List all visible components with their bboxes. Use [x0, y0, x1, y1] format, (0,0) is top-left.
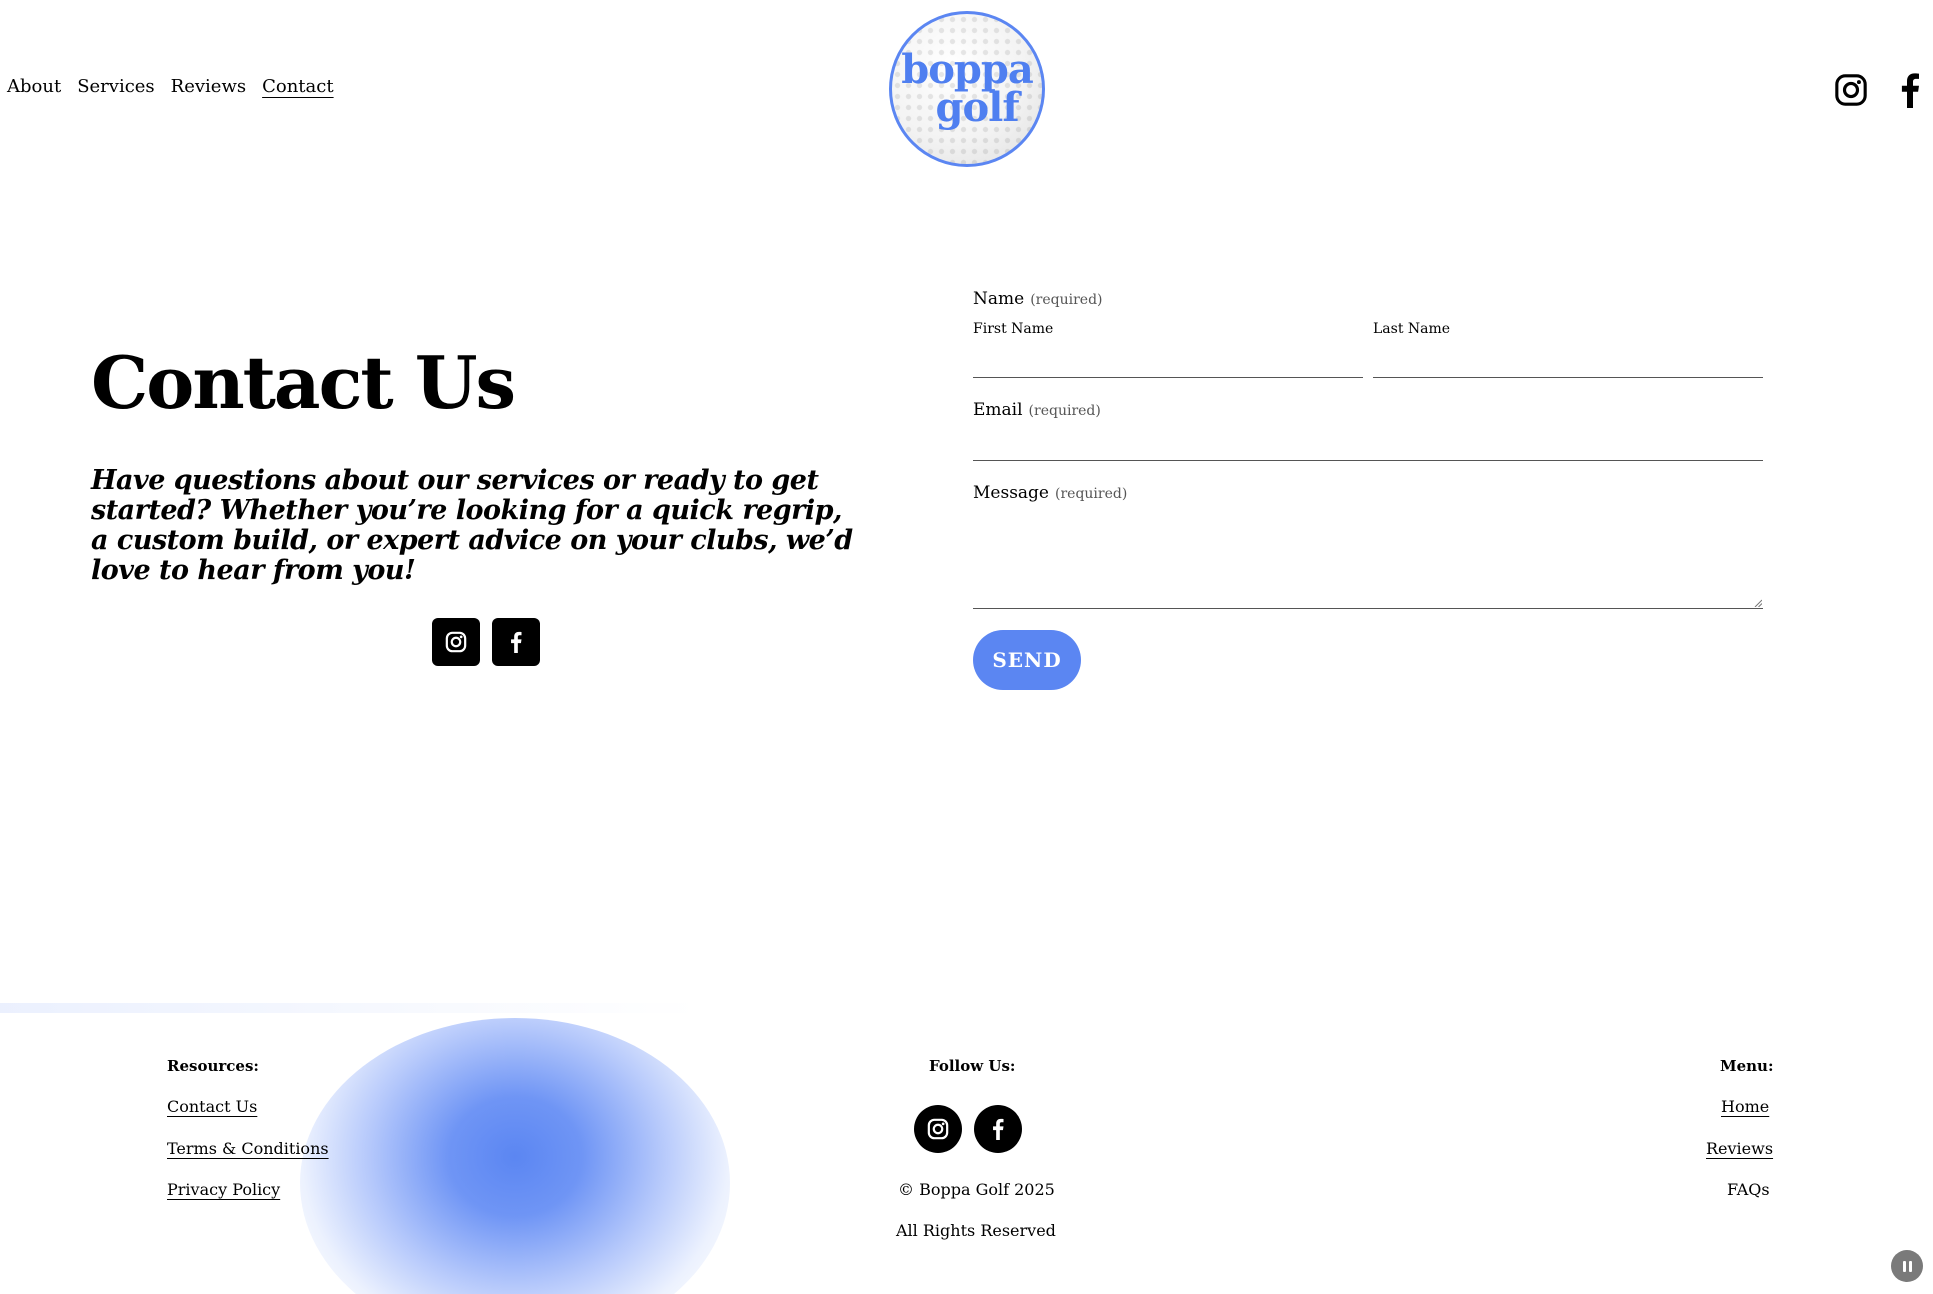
message-label: Message (required) [973, 483, 1127, 503]
message-textarea[interactable] [973, 510, 1763, 609]
nav-about[interactable]: About [7, 76, 61, 97]
logo-text-line2: golf [935, 84, 1019, 131]
last-name-label: Last Name [1373, 321, 1451, 337]
copyright-text: © Boppa Golf 2025 [898, 1180, 1055, 1199]
footer-link-contact-us[interactable]: Contact Us [167, 1097, 257, 1116]
facebook-icon [511, 631, 522, 653]
footer-link-privacy[interactable]: Privacy Policy [167, 1180, 280, 1199]
first-name-label: First Name [973, 321, 1054, 337]
email-label: Email (required) [973, 400, 1101, 420]
resources-heading: Resources: [167, 1057, 259, 1075]
email-required: (required) [1028, 403, 1101, 419]
resize-handle-icon[interactable] [1754, 599, 1762, 607]
name-label-text: Name [973, 289, 1025, 309]
header-facebook-link[interactable] [1890, 70, 1930, 110]
email-input[interactable] [973, 428, 1763, 461]
site-logo[interactable]: boppa golf [889, 11, 1045, 167]
header-instagram-link[interactable] [1831, 70, 1871, 110]
footer-instagram-button[interactable] [914, 1105, 962, 1153]
menu-heading: Menu: [1720, 1057, 1774, 1075]
footer-link-reviews[interactable]: Reviews [1706, 1139, 1773, 1158]
nav-contact[interactable]: Contact [262, 76, 333, 97]
nav-services[interactable]: Services [77, 76, 154, 97]
send-button[interactable]: SEND [973, 630, 1081, 690]
facebook-icon [1901, 73, 1919, 108]
instagram-icon [927, 1118, 949, 1140]
follow-heading: Follow Us: [929, 1057, 1016, 1075]
instagram-button[interactable] [432, 618, 480, 666]
page-title: Contact Us [91, 340, 516, 425]
message-required: (required) [1055, 486, 1128, 502]
last-name-input[interactable] [1373, 346, 1763, 378]
name-label: Name (required) [973, 289, 1103, 309]
message-label-text: Message [973, 483, 1049, 503]
footer-link-faqs[interactable]: FAQs [1727, 1180, 1770, 1199]
intro-text: Have questions about our services or rea… [91, 465, 853, 586]
nav-reviews[interactable]: Reviews [171, 76, 246, 97]
facebook-icon [993, 1118, 1004, 1140]
footer-top-fade [0, 1003, 700, 1013]
email-label-text: Email [973, 400, 1023, 420]
pause-icon-bar [1908, 1260, 1912, 1272]
footer-facebook-button[interactable] [974, 1105, 1022, 1153]
rights-text: All Rights Reserved [896, 1221, 1056, 1240]
name-required: (required) [1030, 292, 1103, 308]
instagram-icon [1835, 74, 1867, 106]
first-name-input[interactable] [973, 346, 1363, 378]
footer-link-terms[interactable]: Terms & Conditions [167, 1139, 329, 1158]
pause-icon-bar [1902, 1260, 1906, 1272]
main-nav: About Services Reviews Contact [7, 76, 334, 97]
decorative-blue-blob [300, 1018, 730, 1294]
footer-link-home[interactable]: Home [1721, 1097, 1769, 1116]
pause-button[interactable] [1891, 1250, 1923, 1282]
instagram-icon [445, 631, 467, 653]
facebook-button[interactable] [492, 618, 540, 666]
